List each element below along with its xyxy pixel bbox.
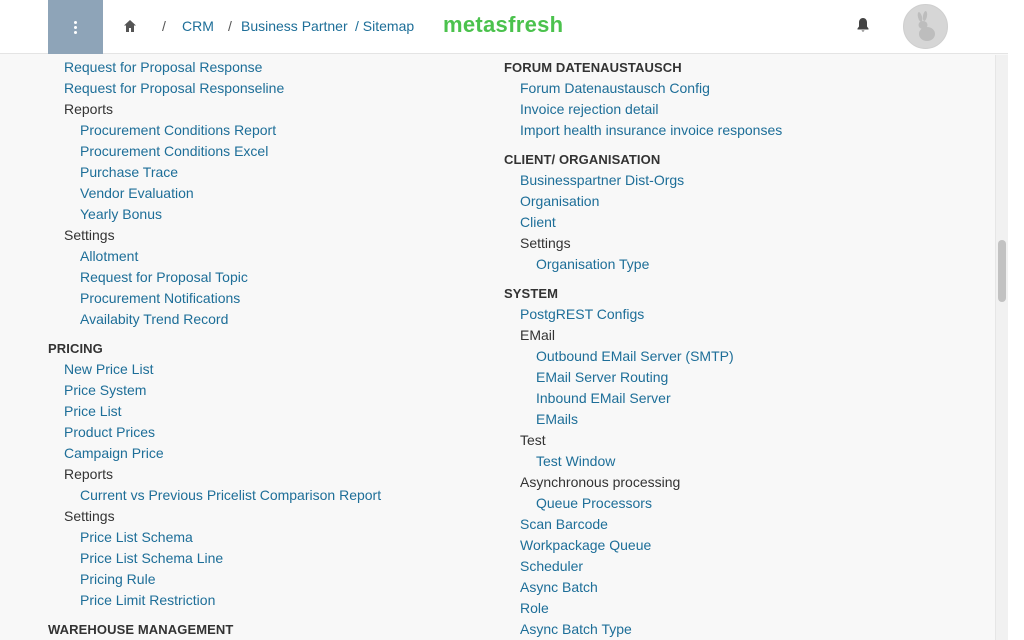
- menu-link[interactable]: Current vs Previous Pricelist Comparison…: [80, 485, 381, 506]
- breadcrumb-sitemap[interactable]: / Sitemap: [355, 18, 414, 34]
- menu-link[interactable]: Price System: [64, 380, 146, 401]
- menu-link[interactable]: Campaign Price: [64, 443, 164, 464]
- menu-link[interactable]: Procurement Conditions Excel: [80, 141, 268, 162]
- menu-link[interactable]: Price Limit Restriction: [80, 590, 215, 611]
- menu-link[interactable]: Allotment: [80, 246, 138, 267]
- menu-link[interactable]: Import health insurance invoice response…: [520, 120, 782, 141]
- group-label-settings: Settings: [64, 508, 115, 524]
- menu-button[interactable]: [48, 0, 103, 54]
- menu-link[interactable]: Async Batch: [520, 577, 598, 598]
- menu-link[interactable]: Role: [520, 598, 549, 619]
- menu-link[interactable]: Product Prices: [64, 422, 155, 443]
- rabbit-avatar-icon: [917, 11, 935, 41]
- menu-link[interactable]: Outbound EMail Server (SMTP): [536, 346, 734, 367]
- breadcrumb-separator: /: [162, 18, 166, 34]
- group-label-async: Asynchronous processing: [520, 474, 681, 490]
- menu-link[interactable]: Procurement Conditions Report: [80, 120, 276, 141]
- group-label-email: EMail: [520, 327, 556, 343]
- menu-link[interactable]: Forum Datenaustausch Config: [520, 78, 710, 99]
- scrollbar-track[interactable]: [995, 55, 1008, 640]
- menu-link[interactable]: Price List Schema Line: [80, 548, 223, 569]
- group-label-settings: Settings: [64, 227, 115, 243]
- menu-link[interactable]: Request for Proposal Responseline: [64, 78, 284, 99]
- menu-link[interactable]: Price List Schema: [80, 527, 193, 548]
- breadcrumb-business-partner[interactable]: Business Partner: [241, 18, 348, 34]
- group-label-reports: Reports: [64, 466, 114, 482]
- menu-link[interactable]: Pricing Rule: [80, 569, 155, 590]
- menu-link[interactable]: EMail Server Routing: [536, 367, 668, 388]
- section-heading-forum: FORUM DATENAUSTAUSCH: [504, 60, 682, 75]
- menu-link[interactable]: Vendor Evaluation: [80, 183, 194, 204]
- menu-link[interactable]: Request for Proposal Response: [64, 57, 262, 78]
- group-label-settings: Settings: [520, 235, 571, 251]
- top-header: / CRM / Business Partner / Sitemap metas…: [0, 0, 1008, 54]
- metasfresh-logo: metasfresh: [443, 12, 564, 37]
- menu-link[interactable]: Businesspartner Dist-Orgs: [520, 170, 684, 191]
- section-heading-pricing: PRICING: [48, 341, 103, 356]
- window-edge: [1008, 0, 1024, 640]
- breadcrumb-crm[interactable]: CRM: [182, 18, 214, 34]
- menu-link[interactable]: New Price List: [64, 359, 153, 380]
- user-avatar[interactable]: [903, 4, 948, 49]
- menu-link[interactable]: Scan Barcode: [520, 514, 608, 535]
- section-heading-warehouse: WAREHOUSE MANAGEMENT: [48, 622, 234, 637]
- menu-link[interactable]: Async Batch Type: [520, 619, 632, 640]
- menu-link[interactable]: Client: [520, 212, 556, 233]
- scrollbar-thumb[interactable]: [998, 240, 1006, 302]
- group-label-reports: Reports: [64, 101, 114, 117]
- bell-icon[interactable]: [856, 17, 870, 33]
- section-heading-client-organisation: CLIENT/ ORGANISATION: [504, 152, 661, 167]
- menu-link[interactable]: Request for Proposal Topic: [80, 267, 248, 288]
- menu-link[interactable]: EMails: [536, 409, 578, 430]
- menu-link[interactable]: Invoice rejection detail: [520, 99, 659, 120]
- menu-link[interactable]: Purchase Trace: [80, 162, 178, 183]
- menu-link[interactable]: Test Window: [536, 451, 615, 472]
- section-heading-system: SYSTEM: [504, 286, 559, 301]
- menu-link[interactable]: Scheduler: [520, 556, 583, 577]
- menu-link[interactable]: Availabity Trend Record: [80, 309, 228, 330]
- vertical-dots-icon: [74, 20, 77, 34]
- menu-link[interactable]: Queue Processors: [536, 493, 652, 514]
- menu-link[interactable]: Organisation: [520, 191, 599, 212]
- breadcrumb-separator: /: [228, 18, 232, 34]
- menu-link[interactable]: Organisation Type: [536, 254, 649, 275]
- group-label-test: Test: [520, 432, 546, 448]
- sitemap-content: Request for Proposal Response Request fo…: [0, 55, 995, 640]
- menu-link[interactable]: PostgREST Configs: [520, 304, 644, 325]
- menu-link[interactable]: Procurement Notifications: [80, 288, 240, 309]
- menu-link[interactable]: Workpackage Queue: [520, 535, 651, 556]
- home-icon[interactable]: [123, 19, 137, 33]
- menu-link[interactable]: Inbound EMail Server: [536, 388, 671, 409]
- menu-link[interactable]: Price List: [64, 401, 122, 422]
- menu-link[interactable]: Yearly Bonus: [80, 204, 162, 225]
